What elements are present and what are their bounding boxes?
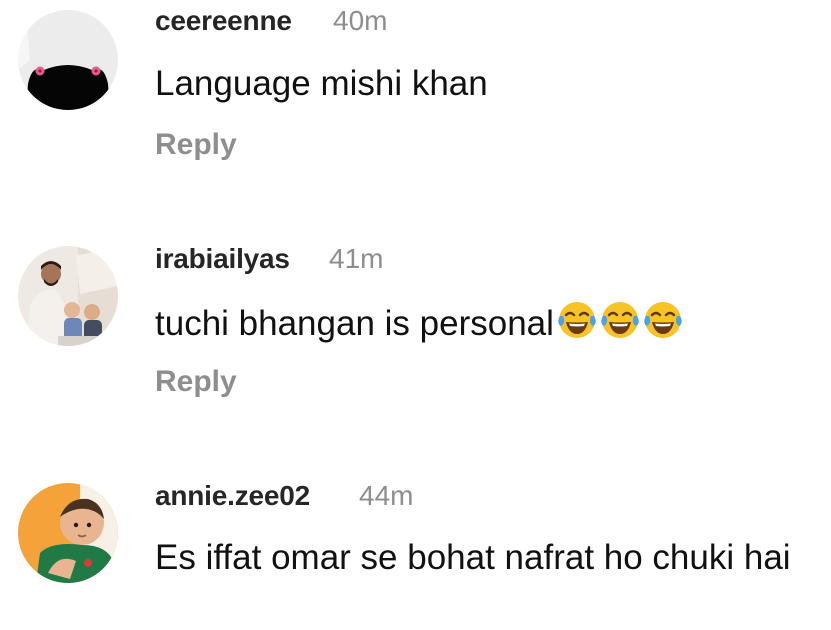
laughing-crying-emoji-icon [644,302,682,338]
laughing-crying-emoji-icon [601,302,639,338]
comment-text: tuchi bhangan is personal [155,299,825,352]
comment-username[interactable]: ceereenne [155,5,292,37]
avatar-image [18,10,118,110]
avatar[interactable] [18,10,118,110]
avatar[interactable] [18,246,118,346]
avatar-image [18,246,118,346]
avatar-image [18,483,118,583]
avatar[interactable] [18,483,118,583]
comment-timestamp: 44m [359,480,414,511]
comment-username[interactable]: irabiailyas [155,243,290,275]
comment-text-content: tuchi bhangan is personal [155,304,554,343]
comment-timestamp: 41m [329,243,384,274]
comment-text: Es iffat omar se bohat nafrat ho chuki h… [155,538,791,577]
emoji-group [556,299,685,352]
reply-button[interactable]: Reply [155,365,237,399]
comment-username[interactable]: annie.zee02 [155,480,310,512]
comment-text: Language mishi khan [155,64,488,103]
comment-timestamp: 40m [333,5,388,36]
reply-button[interactable]: Reply [155,128,237,162]
laughing-crying-emoji-icon [558,302,596,338]
comments-list: ceereenne 40m Language mishi khan Reply … [0,0,831,630]
